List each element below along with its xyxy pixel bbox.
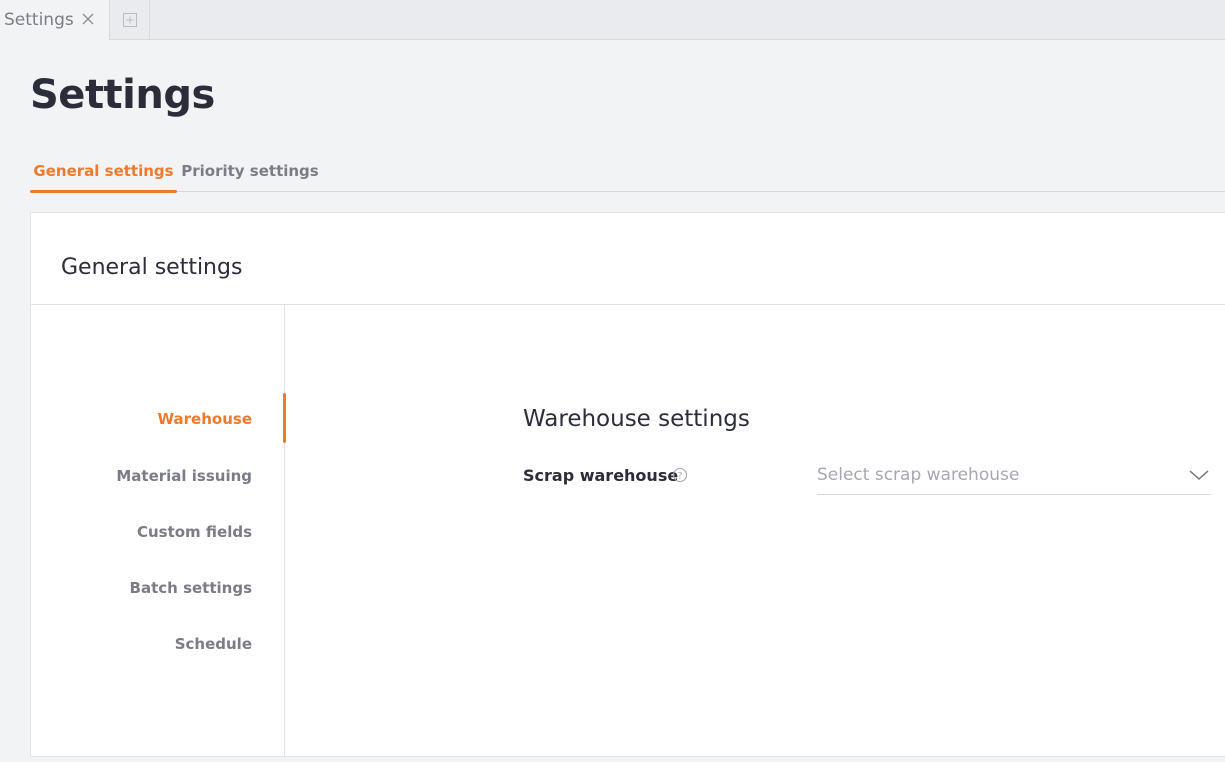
settings-tabs: General settings Priority settings [30, 150, 1225, 193]
page-title: Settings [30, 72, 215, 118]
active-nav-indicator [283, 393, 286, 443]
card-header: General settings [31, 213, 1225, 305]
general-settings-card: General settings Warehouse Material issu… [30, 212, 1225, 758]
add-tab-icon[interactable] [110, 0, 150, 40]
tab-settings[interactable]: Settings [0, 0, 110, 40]
settings-side-nav: Warehouse Material issuing Custom fields… [31, 305, 286, 758]
scrap-warehouse-label: Scrap warehouse [523, 466, 679, 485]
tab-general-settings[interactable]: General settings [30, 150, 177, 193]
tab-priority-settings[interactable]: Priority settings [177, 150, 323, 192]
tab-strip: Settings [0, 0, 1225, 40]
scrap-warehouse-placeholder: Select scrap warehouse [817, 465, 1020, 485]
help-circle-icon[interactable]: ? [672, 467, 688, 483]
tab-label: Settings [4, 10, 74, 30]
close-icon[interactable] [80, 11, 96, 27]
card-title: General settings [61, 255, 243, 280]
scrap-warehouse-select[interactable]: Select scrap warehouse [817, 455, 1211, 495]
svg-text:?: ? [678, 472, 683, 482]
sidebar-item-warehouse[interactable]: Warehouse [158, 410, 252, 428]
sidebar-item-material-issuing[interactable]: Material issuing [116, 467, 252, 485]
warehouse-settings-title: Warehouse settings [523, 406, 750, 432]
sidebar-item-batch-settings[interactable]: Batch settings [130, 579, 252, 597]
chevron-down-icon [1189, 467, 1209, 481]
sidebar-item-schedule[interactable]: Schedule [175, 635, 252, 653]
sidebar-item-custom-fields[interactable]: Custom fields [137, 523, 252, 541]
